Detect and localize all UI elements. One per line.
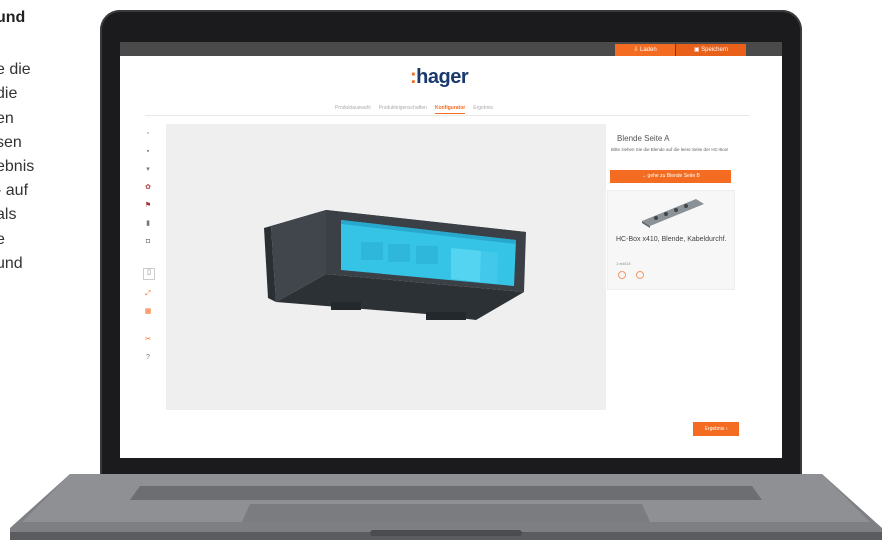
cube-icon[interactable]: ◘ bbox=[144, 238, 152, 246]
panel-title: Blende Seite A bbox=[617, 134, 670, 143]
add-icon[interactable] bbox=[636, 271, 644, 279]
grid-icon[interactable]: ▦ bbox=[144, 308, 152, 316]
load-button[interactable]: ⇩ Laden bbox=[615, 44, 675, 56]
flag-icon[interactable]: ⚑ bbox=[144, 202, 152, 210]
panel-icon[interactable]: ▫ bbox=[144, 130, 152, 138]
laptop-mockup: ⇩ Laden ▣ Speichern :hager Produktauswah… bbox=[0, 0, 892, 547]
tool-sidebar: ▫ ▪ ▾ ✿ ⚑ ▮ ◘ ▯ ⤢ ▦ ✂ ? bbox=[140, 130, 158, 380]
properties-panel: Blende Seite A Bitte ziehen Sie die Blen… bbox=[607, 124, 735, 410]
flower-icon[interactable]: ✿ bbox=[144, 184, 152, 192]
cut-icon[interactable]: ✂ bbox=[144, 336, 152, 344]
step-tabs: Produktauswahl Produkteigenschaften Konf… bbox=[335, 102, 575, 114]
top-bar: ⇩ Laden ▣ Speichern bbox=[120, 42, 782, 56]
tab-produktauswahl[interactable]: Produktauswahl bbox=[335, 102, 371, 114]
frame-icon[interactable]: ▯ bbox=[143, 268, 155, 280]
product-name: HC-Box x410, Blende, Kabeldurchf. bbox=[616, 236, 727, 243]
product-card[interactable]: HC-Box x410, Blende, Kabeldurchf. 1 ed41… bbox=[607, 190, 735, 290]
next-side-button[interactable]: → gehe zu Blende Seite B bbox=[610, 170, 731, 183]
info-icon[interactable] bbox=[618, 271, 626, 279]
ruler-icon[interactable]: ⤢ bbox=[144, 290, 152, 298]
logo-text: hager bbox=[416, 66, 469, 88]
tabs-divider bbox=[145, 115, 750, 116]
panel-description: Bitte ziehen Sie die Blende auf die leer… bbox=[611, 147, 729, 152]
help-icon[interactable]: ? bbox=[144, 354, 152, 362]
app-screen: ⇩ Laden ▣ Speichern :hager Produktauswah… bbox=[120, 42, 782, 458]
result-button[interactable]: Ergebnis › bbox=[693, 422, 739, 436]
laptop-base bbox=[10, 470, 882, 542]
tab-konfigurator[interactable]: Konfigurator bbox=[434, 102, 466, 114]
tab-ergebnis[interactable]: Ergebnis bbox=[473, 102, 493, 114]
cabinet-icon[interactable]: ▪ bbox=[144, 148, 152, 156]
save-button[interactable]: ▣ Speichern bbox=[676, 44, 746, 56]
product-code: 1 ed413 bbox=[616, 261, 631, 266]
chart-icon[interactable]: ▮ bbox=[144, 220, 152, 228]
product-image bbox=[642, 199, 704, 228]
tab-produkteigenschaften[interactable]: Produkteigenschaften bbox=[379, 102, 427, 114]
hager-logo: :hager bbox=[410, 66, 469, 89]
3d-viewport[interactable] bbox=[166, 124, 606, 410]
cup-icon[interactable]: ▾ bbox=[144, 166, 152, 174]
